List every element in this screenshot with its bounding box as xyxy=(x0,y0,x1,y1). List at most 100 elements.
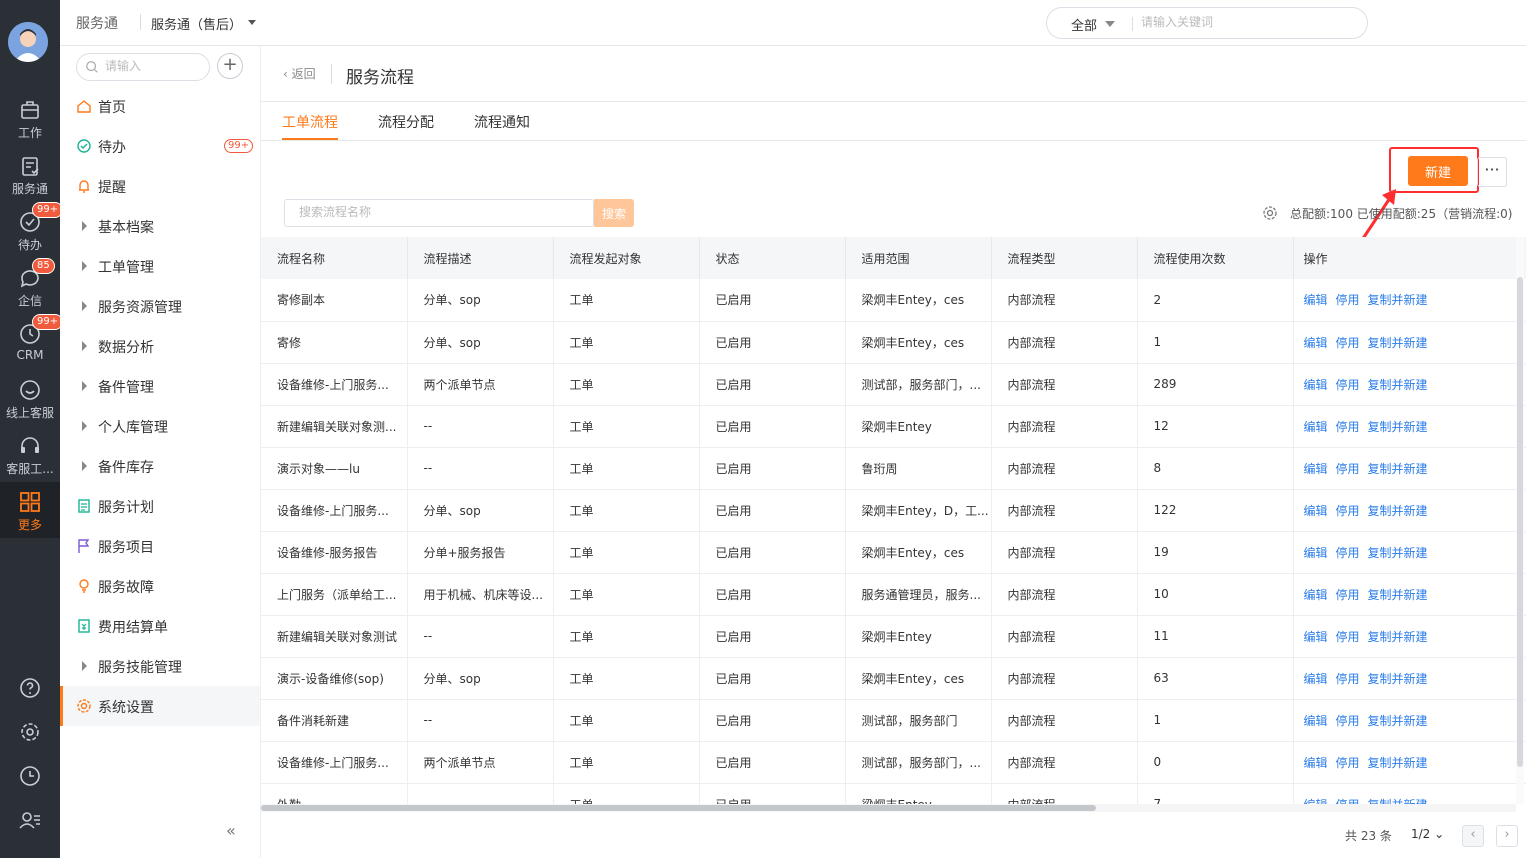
disable-link[interactable]: 停用 xyxy=(1336,336,1360,350)
disable-link[interactable]: 停用 xyxy=(1336,504,1360,518)
sidebar-item-resources[interactable]: 服务资源管理 xyxy=(60,286,260,326)
edit-link[interactable]: 编辑 xyxy=(1304,756,1328,770)
next-page-button[interactable]: › xyxy=(1496,825,1518,847)
copy-new-link[interactable]: 复制并新建 xyxy=(1368,630,1428,644)
chevron-down-icon[interactable] xyxy=(1105,21,1115,27)
copy-new-link[interactable]: 复制并新建 xyxy=(1368,504,1428,518)
tab-workorder-flow[interactable]: 工单流程 xyxy=(282,112,338,132)
sidebar-item-home[interactable]: 首页 xyxy=(60,86,260,126)
copy-new-link[interactable]: 复制并新建 xyxy=(1368,378,1428,392)
copy-new-link[interactable]: 复制并新建 xyxy=(1368,420,1428,434)
copy-new-link[interactable]: 复制并新建 xyxy=(1368,714,1428,728)
search-button[interactable]: 搜索 xyxy=(594,199,634,227)
disable-link[interactable]: 停用 xyxy=(1336,462,1360,476)
edit-link[interactable]: 编辑 xyxy=(1304,420,1328,434)
edit-link[interactable]: 编辑 xyxy=(1304,546,1328,560)
edit-link[interactable]: 编辑 xyxy=(1304,462,1328,476)
horizontal-scrollbar[interactable] xyxy=(261,804,1516,812)
collapse-sidebar-button[interactable]: « xyxy=(226,821,236,840)
sidebar-item-system-settings[interactable]: 系统设置 xyxy=(60,686,260,726)
disable-link[interactable]: 停用 xyxy=(1336,672,1360,686)
tab-flow-assignment[interactable]: 流程分配 xyxy=(378,112,434,132)
edit-link[interactable]: 编辑 xyxy=(1304,293,1328,307)
sidebar-item-reminder[interactable]: 提醒 xyxy=(60,166,260,206)
sidebar-item-service-project[interactable]: 服务项目 xyxy=(60,526,260,566)
copy-new-link[interactable]: 复制并新建 xyxy=(1368,336,1428,350)
expand-arrow-icon[interactable] xyxy=(82,461,87,471)
copy-new-link[interactable]: 复制并新建 xyxy=(1368,546,1428,560)
contacts-icon[interactable] xyxy=(18,808,42,832)
disable-link[interactable]: 停用 xyxy=(1336,588,1360,602)
rail-item-work[interactable]: 工作 xyxy=(0,94,60,146)
settings-icon[interactable] xyxy=(1262,205,1278,221)
page-size-select[interactable]: 1/2 ⌄ xyxy=(1411,827,1444,841)
search-scope-select[interactable]: 全部 xyxy=(1071,15,1097,34)
copy-new-link[interactable]: 复制并新建 xyxy=(1368,756,1428,770)
copy-new-link[interactable]: 复制并新建 xyxy=(1368,293,1428,307)
column-header[interactable]: 流程名称 xyxy=(261,237,408,279)
column-header[interactable]: 流程发起对象 xyxy=(553,237,700,279)
copy-new-link[interactable]: 复制并新建 xyxy=(1368,672,1428,686)
global-search-input[interactable] xyxy=(1141,15,1341,29)
help-icon[interactable] xyxy=(18,676,42,700)
user-avatar[interactable] xyxy=(8,22,48,62)
sidebar-item-parts-inventory[interactable]: 备件库存 xyxy=(60,446,260,486)
edit-link[interactable]: 编辑 xyxy=(1304,504,1328,518)
edit-link[interactable]: 编辑 xyxy=(1304,588,1328,602)
copy-new-link[interactable]: 复制并新建 xyxy=(1368,462,1428,476)
edit-link[interactable]: 编辑 xyxy=(1304,630,1328,644)
disable-link[interactable]: 停用 xyxy=(1336,630,1360,644)
history-icon[interactable] xyxy=(18,764,42,788)
sidebar-item-analytics[interactable]: 数据分析 xyxy=(60,326,260,366)
expand-arrow-icon[interactable] xyxy=(82,661,87,671)
rail-item-more[interactable]: 更多 xyxy=(0,482,60,538)
sidebar-item-basic-archive[interactable]: 基本档案 xyxy=(60,206,260,246)
back-link[interactable]: ‹ 返回 xyxy=(283,65,316,82)
column-header[interactable]: 流程使用次数 xyxy=(1137,237,1294,279)
expand-arrow-icon[interactable] xyxy=(82,221,87,231)
expand-arrow-icon[interactable] xyxy=(82,341,87,351)
sidebar-item-spare-parts[interactable]: 备件管理 xyxy=(60,366,260,406)
disable-link[interactable]: 停用 xyxy=(1336,546,1360,560)
sidebar-item-workorder[interactable]: 工单管理 xyxy=(60,246,260,286)
copy-new-link[interactable]: 复制并新建 xyxy=(1368,588,1428,602)
scrollbar-thumb[interactable] xyxy=(261,805,1096,811)
column-header[interactable]: 适用范围 xyxy=(845,237,992,279)
flow-search-input[interactable] xyxy=(299,205,579,219)
column-header[interactable]: 流程类型 xyxy=(991,237,1138,279)
sidebar-search-input[interactable] xyxy=(105,59,205,73)
vertical-scrollbar[interactable] xyxy=(1516,237,1524,804)
rail-item-messages[interactable]: 企信 85 xyxy=(0,258,60,314)
sidebar-item-skills[interactable]: 服务技能管理 xyxy=(60,646,260,686)
rail-item-service-desk[interactable]: 客服工... xyxy=(0,430,60,482)
prev-page-button[interactable]: ‹ xyxy=(1462,825,1484,847)
rail-item-online-service[interactable]: 线上客服 xyxy=(0,374,60,426)
sidebar-item-service-fault[interactable]: 服务故障 xyxy=(60,566,260,606)
settings-icon[interactable] xyxy=(18,720,42,744)
edit-link[interactable]: 编辑 xyxy=(1304,378,1328,392)
rail-item-service[interactable]: 服务通 xyxy=(0,150,60,202)
edit-link[interactable]: 编辑 xyxy=(1304,714,1328,728)
disable-link[interactable]: 停用 xyxy=(1336,420,1360,434)
sidebar-item-service-plan[interactable]: 服务计划 xyxy=(60,486,260,526)
expand-arrow-icon[interactable] xyxy=(82,381,87,391)
disable-link[interactable]: 停用 xyxy=(1336,293,1360,307)
more-button[interactable]: ··· xyxy=(1477,157,1507,187)
expand-arrow-icon[interactable] xyxy=(82,421,87,431)
disable-link[interactable]: 停用 xyxy=(1336,714,1360,728)
column-header[interactable]: 状态 xyxy=(699,237,846,279)
rail-item-todo[interactable]: 待办 99+ xyxy=(0,202,64,258)
scrollbar-thumb[interactable] xyxy=(1517,277,1523,767)
disable-link[interactable]: 停用 xyxy=(1336,756,1360,770)
edit-link[interactable]: 编辑 xyxy=(1304,336,1328,350)
sidebar-item-personal-library[interactable]: 个人库管理 xyxy=(60,406,260,446)
expand-arrow-icon[interactable] xyxy=(82,261,87,271)
tab-flow-notification[interactable]: 流程通知 xyxy=(474,112,530,132)
column-header[interactable]: 流程描述 xyxy=(407,237,554,279)
app-selector[interactable]: 服务通（售后） xyxy=(151,14,242,33)
sidebar-item-todo[interactable]: 待办 99+ xyxy=(60,126,260,166)
add-button[interactable]: + xyxy=(217,53,243,79)
rail-item-crm[interactable]: CRM 99+ xyxy=(0,314,64,370)
edit-link[interactable]: 编辑 xyxy=(1304,672,1328,686)
sidebar-item-settlement[interactable]: 费用结算单 xyxy=(60,606,260,646)
